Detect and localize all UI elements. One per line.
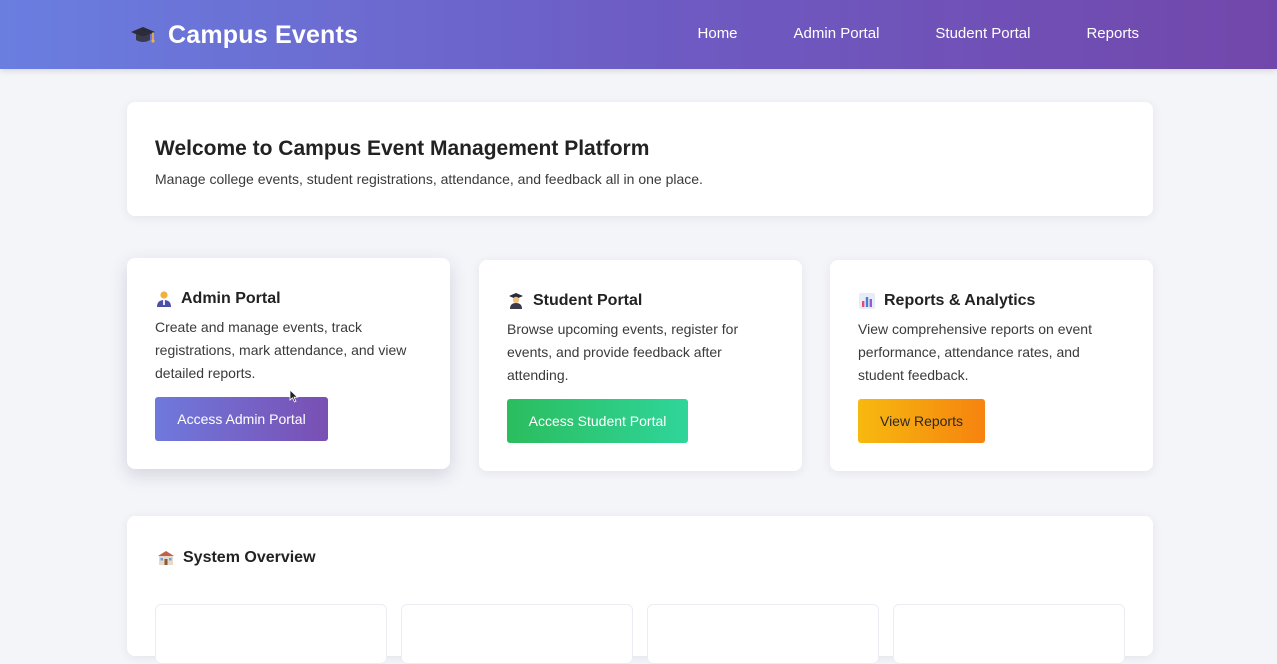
student-icon (507, 292, 525, 310)
student-portal-title: Student Portal (533, 292, 643, 309)
admin-portal-card: Admin Portal Create and manage events, t… (127, 258, 450, 469)
student-portal-card: Student Portal Browse upcoming events, r… (479, 260, 802, 471)
reports-title: Reports & Analytics (884, 292, 1036, 309)
graduation-cap-icon (130, 22, 156, 48)
bar-chart-icon (858, 292, 876, 310)
mouse-cursor-icon (289, 389, 299, 403)
welcome-card: Welcome to Campus Event Management Platf… (127, 102, 1153, 216)
reports-card: Reports & Analytics View comprehensive r… (830, 260, 1153, 471)
admin-user-icon (155, 290, 173, 308)
reports-description: View comprehensive reports on event perf… (858, 321, 1092, 383)
overview-stat-box (647, 604, 879, 664)
student-portal-description: Browse upcoming events, register for eve… (507, 321, 739, 383)
nav-link-home[interactable]: Home (698, 25, 738, 42)
admin-portal-header: Admin Portal (155, 290, 281, 308)
access-student-portal-button[interactable]: Access Student Portal (507, 399, 688, 443)
top-navbar: Campus Events Home Admin Portal Student … (0, 0, 1277, 69)
nav-link-student-portal[interactable]: Student Portal (935, 25, 1030, 42)
nav-link-admin-portal[interactable]: Admin Portal (794, 25, 880, 42)
access-admin-portal-button[interactable]: Access Admin Portal (155, 397, 328, 441)
brand[interactable]: Campus Events (130, 20, 358, 50)
system-overview-header: System Overview (157, 549, 316, 567)
system-overview-card: System Overview (127, 516, 1153, 664)
system-overview-title: System Overview (183, 549, 316, 566)
overview-stat-box (401, 604, 633, 664)
welcome-subtitle: Manage college events, student registrat… (155, 171, 703, 187)
welcome-title: Welcome to Campus Event Management Platf… (155, 137, 650, 160)
view-reports-button[interactable]: View Reports (858, 399, 985, 443)
brand-title: Campus Events (168, 20, 359, 49)
overview-stat-box (893, 604, 1125, 664)
school-building-icon (157, 549, 175, 567)
nav-link-reports[interactable]: Reports (1086, 25, 1139, 42)
reports-header: Reports & Analytics (858, 292, 1035, 310)
overview-stat-box (155, 604, 387, 664)
nav-links: Home Admin Portal Student Portal Reports (698, 25, 1139, 42)
student-portal-header: Student Portal (507, 292, 642, 310)
admin-portal-description: Create and manage events, track registra… (155, 319, 407, 381)
admin-portal-title: Admin Portal (181, 290, 281, 307)
